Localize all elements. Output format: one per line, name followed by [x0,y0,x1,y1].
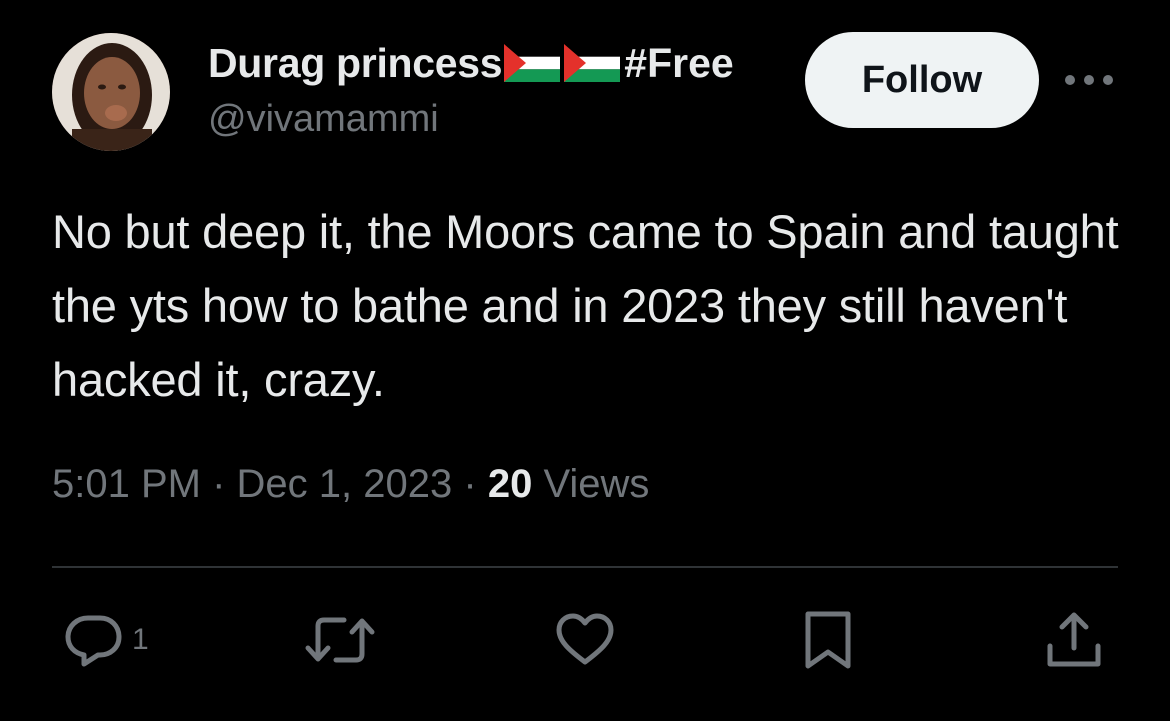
author-name-row[interactable]: Durag princess #Free [208,38,734,88]
retweet-icon [305,617,375,663]
tweet-text: No but deep it, the Moors came to Spain … [52,205,1119,406]
more-options-button[interactable] [1064,62,1114,98]
tweet-meta: 5:01 PM · Dec 1, 2023 · 20 Views [52,462,649,507]
views-count: 20 [487,462,533,506]
palestine-flag-icon [504,44,561,82]
share-button[interactable] [1044,610,1104,670]
follow-button[interactable]: Follow [805,32,1039,128]
bookmark-icon [805,611,851,669]
retweet-button[interactable] [304,610,376,670]
tweet-time[interactable]: 5:01 PM [52,462,201,506]
meta-separator: · [463,462,477,506]
reply-count: 1 [132,623,149,656]
divider [52,566,1118,568]
share-icon [1047,612,1101,667]
views-label: Views [543,462,650,506]
avatar[interactable] [52,33,170,151]
reply-button[interactable]: 1 [64,610,149,670]
like-icon [556,613,614,665]
author-display-name[interactable]: Durag princess [208,40,503,87]
like-button[interactable] [555,610,615,670]
palestine-flag-icon [564,44,621,82]
meta-separator: · [212,462,226,506]
tweet-date[interactable]: Dec 1, 2023 [237,462,453,506]
avatar-image [52,33,170,151]
reply-icon [65,615,122,667]
author-name-hashtag: #Free [624,39,734,86]
author-handle[interactable]: @vivamammi [208,98,439,141]
tweet-card: Durag princess #Free @vivamammi Follow N… [0,0,1170,721]
bookmark-button[interactable] [800,610,856,670]
more-options-icon [1065,75,1113,85]
